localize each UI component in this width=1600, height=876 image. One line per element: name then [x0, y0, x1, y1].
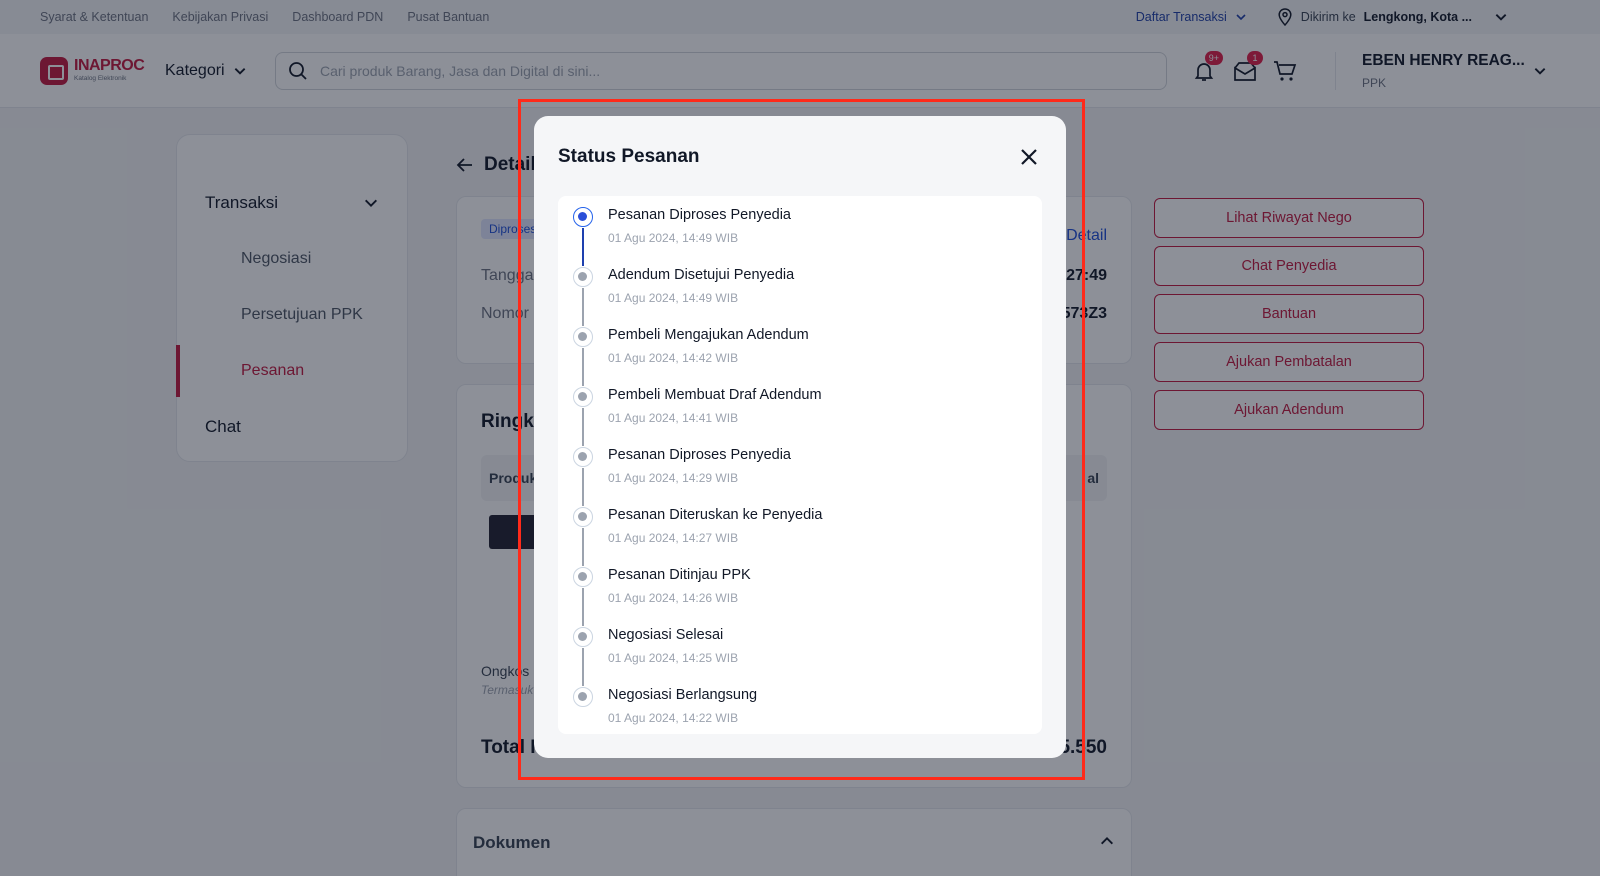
- close-button[interactable]: [1016, 144, 1042, 170]
- timeline-item: Pesanan Diteruskan ke Penyedia 01 Agu 202…: [568, 504, 1032, 566]
- close-icon: [1021, 149, 1037, 165]
- timeline-title: Negosiasi Berlangsung: [608, 687, 758, 703]
- timeline-title: Pembeli Membuat Draf Adendum: [608, 387, 822, 403]
- timeline-title: Pesanan Ditinjau PPK: [608, 567, 751, 583]
- timeline-item: Negosiasi Selesai 01 Agu 2024, 14:25 WIB: [568, 624, 1032, 686]
- status-timeline: Pesanan Diproses Penyedia 01 Agu 2024, 14…: [558, 196, 1042, 734]
- timeline-dot-icon: [573, 567, 593, 587]
- timeline-item: Pesanan Ditinjau PPK 01 Agu 2024, 14:26 W…: [568, 564, 1032, 626]
- timeline-title: Negosiasi Selesai: [608, 627, 724, 643]
- timeline-dot-icon: [573, 327, 593, 347]
- timeline-connector: [582, 408, 584, 446]
- timeline-time: 01 Agu 2024, 14:41 WIB: [608, 411, 739, 425]
- timeline-item: Negosiasi Berlangsung 01 Agu 2024, 14:22 …: [568, 684, 1032, 738]
- timeline-connector: [582, 648, 584, 686]
- timeline-time: 01 Agu 2024, 14:27 WIB: [608, 531, 739, 545]
- timeline-time: 01 Agu 2024, 14:42 WIB: [608, 351, 739, 365]
- timeline-dot-active-icon: [573, 207, 593, 227]
- timeline-item: Adendum Disetujui Penyedia 01 Agu 2024, 1…: [568, 264, 1032, 326]
- modal-header: Status Pesanan: [558, 140, 1042, 174]
- timeline-item: Pembeli Membuat Draf Adendum 01 Agu 2024,…: [568, 384, 1032, 446]
- timeline-time: 01 Agu 2024, 14:29 WIB: [608, 471, 739, 485]
- timeline-dot-icon: [573, 687, 593, 707]
- timeline-time: 01 Agu 2024, 14:26 WIB: [608, 591, 739, 605]
- timeline-dot-icon: [573, 387, 593, 407]
- timeline-title: Adendum Disetujui Penyedia: [608, 267, 795, 283]
- modal-title: Status Pesanan: [558, 146, 700, 167]
- timeline-time: 01 Agu 2024, 14:22 WIB: [608, 711, 739, 725]
- timeline-item: Pesanan Diproses Penyedia 01 Agu 2024, 14…: [568, 444, 1032, 506]
- status-pesanan-modal: Status Pesanan Pesanan Diproses Penyedia…: [534, 116, 1066, 758]
- timeline-connector: [582, 228, 584, 266]
- timeline-dot-icon: [573, 627, 593, 647]
- timeline-time: 01 Agu 2024, 14:49 WIB: [608, 231, 739, 245]
- timeline-dot-icon: [573, 267, 593, 287]
- timeline-connector: [582, 588, 584, 626]
- timeline-time: 01 Agu 2024, 14:25 WIB: [608, 651, 739, 665]
- timeline-connector: [582, 288, 584, 326]
- timeline-title: Pesanan Diproses Penyedia: [608, 207, 791, 223]
- timeline-connector: [582, 528, 584, 566]
- timeline-time: 01 Agu 2024, 14:49 WIB: [608, 291, 739, 305]
- timeline-item: Pembeli Mengajukan Adendum 01 Agu 2024, 1…: [568, 324, 1032, 386]
- timeline-dot-icon: [573, 507, 593, 527]
- timeline-title: Pesanan Diteruskan ke Penyedia: [608, 507, 823, 523]
- timeline-item: Pesanan Diproses Penyedia 01 Agu 2024, 14…: [568, 204, 1032, 266]
- timeline-dot-icon: [573, 447, 593, 467]
- timeline-title: Pesanan Diproses Penyedia: [608, 447, 791, 463]
- timeline-connector: [582, 468, 584, 506]
- timeline-connector: [582, 348, 584, 386]
- timeline-title: Pembeli Mengajukan Adendum: [608, 327, 809, 343]
